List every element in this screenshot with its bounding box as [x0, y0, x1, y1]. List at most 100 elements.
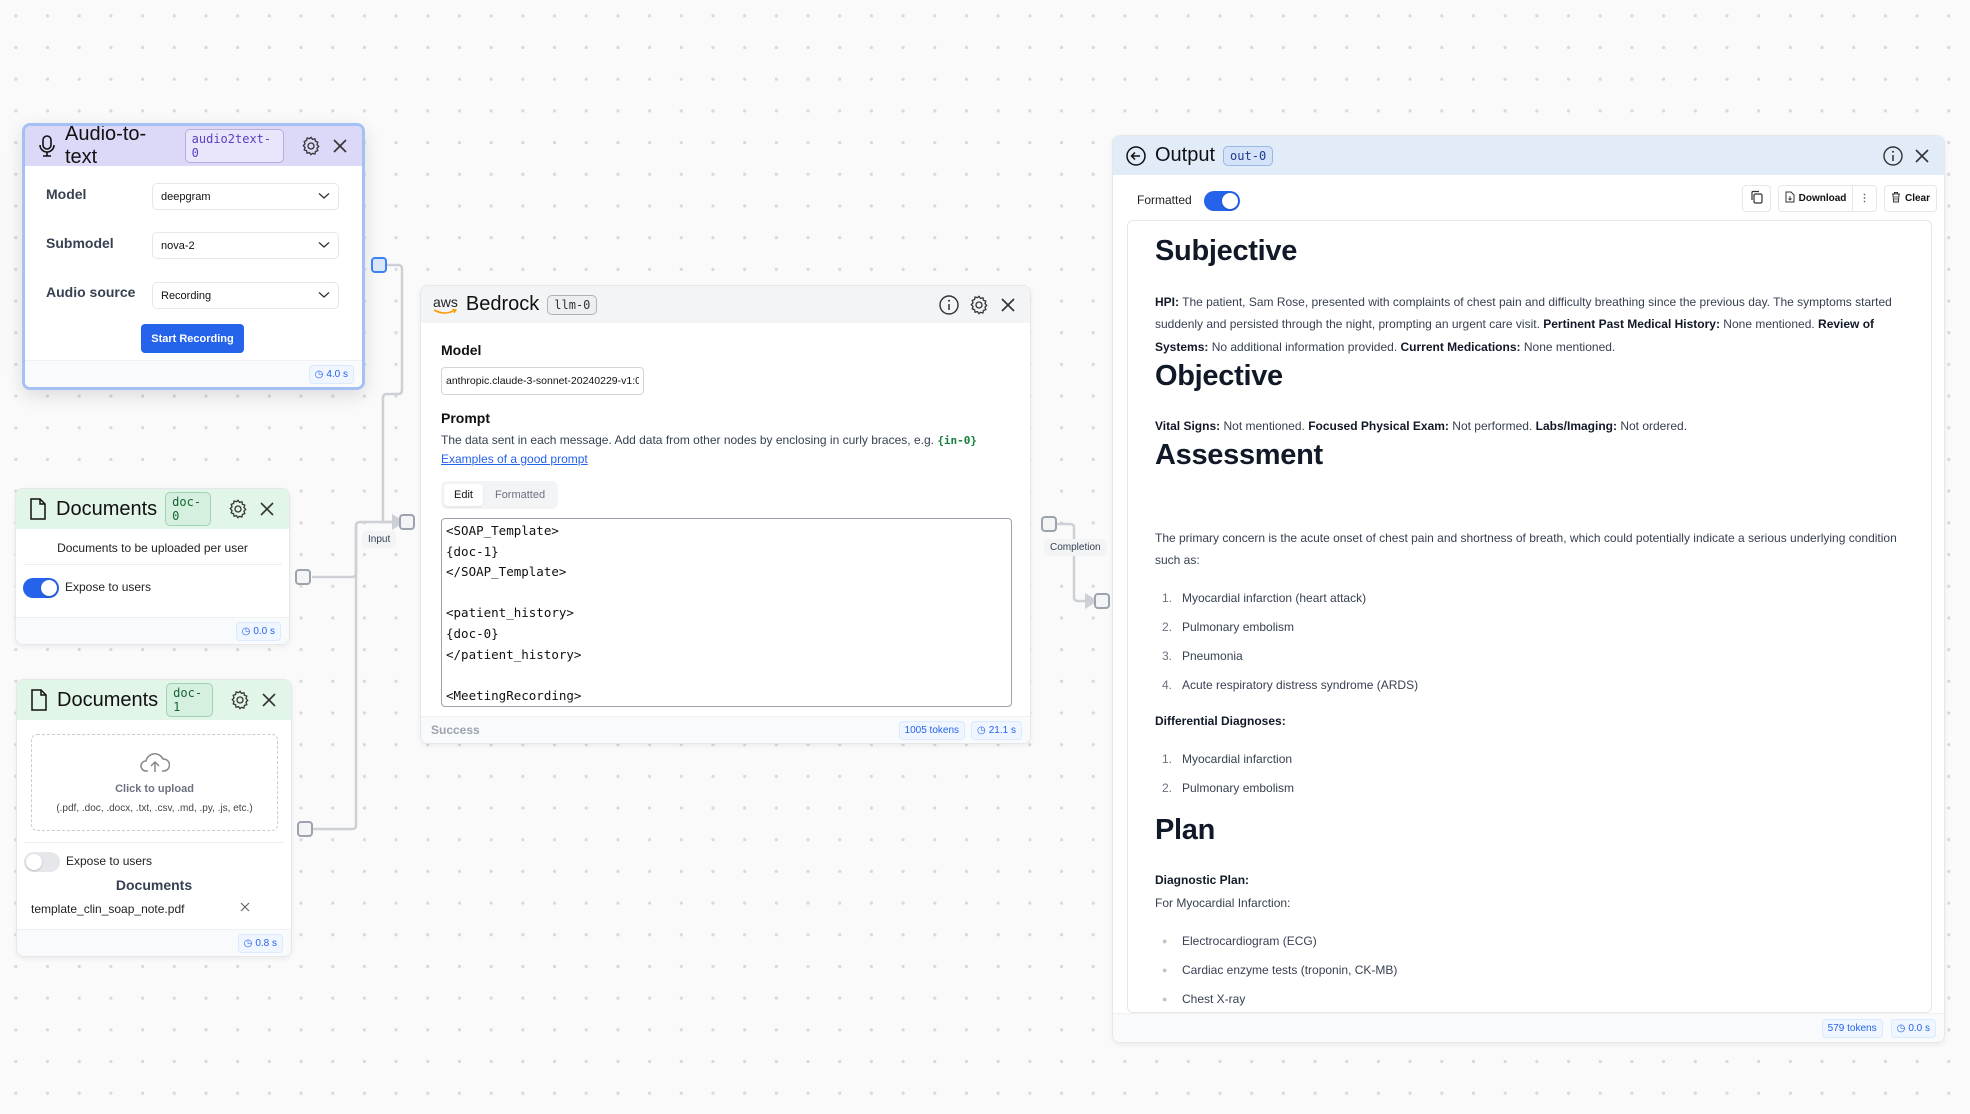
- doc-0-output-handle[interactable]: [295, 569, 311, 585]
- cloud-upload-icon: [32, 751, 277, 780]
- node-footer: ◷ 0.8 s: [17, 929, 291, 956]
- tab-edit[interactable]: Edit: [444, 484, 483, 506]
- gear-icon[interactable]: [229, 689, 251, 711]
- completion-edge-label: Completion: [1044, 539, 1107, 556]
- close-icon[interactable]: [330, 136, 350, 156]
- runtime-value: 0.0 s: [1908, 1022, 1930, 1034]
- doc-1-output-handle[interactable]: [297, 821, 313, 837]
- info-icon[interactable]: [1882, 145, 1904, 167]
- upload-label: Click to upload: [115, 783, 194, 795]
- node-title: Documents: [56, 497, 158, 520]
- node-footer: 579 tokens ◷ 0.0 s: [1113, 1013, 1944, 1042]
- audio-source-select[interactable]: Recording: [152, 282, 339, 309]
- audio-output-handle[interactable]: [371, 257, 387, 273]
- audio-to-text-node[interactable]: Audio-to-text audio2text-0 Model deepgra…: [22, 123, 365, 390]
- assessment-paragraph: The primary concern is the acute onset o…: [1155, 530, 1897, 568]
- download-button[interactable]: Download: [1778, 185, 1853, 212]
- prompt-example-var: {in-0}: [937, 434, 978, 447]
- close-icon[interactable]: [998, 295, 1018, 315]
- plan-heading: Plan: [1155, 813, 1216, 846]
- documents-node-doc-0[interactable]: Documents doc-0 Documents to be uploaded…: [15, 488, 290, 645]
- expose-to-users-label: Expose to users: [66, 854, 153, 868]
- info-icon[interactable]: [938, 294, 960, 316]
- output-content[interactable]: Subjective HPI: The patient, Sam Rose, p…: [1127, 220, 1932, 1013]
- input-edge-label: Input: [362, 531, 397, 548]
- list-item: 1. Myocardial infarction (heart attack): [1162, 590, 1367, 605]
- flow-canvas[interactable]: Audio-to-text audio2text-0 Model deepgra…: [0, 0, 1970, 1114]
- output-node[interactable]: Output out-0 Formatted Download ⋮ Clear: [1112, 135, 1945, 1043]
- list-item: ● Cardiac enzyme tests (troponin, CK-MB): [1162, 962, 1398, 977]
- examples-link[interactable]: Examples of a good prompt: [441, 452, 588, 466]
- objective-paragraph: Vital Signs: Not mentioned. Focused Phys…: [1155, 415, 1904, 438]
- formatted-toggle[interactable]: [1204, 191, 1240, 211]
- output-input-handle[interactable]: [1094, 593, 1110, 609]
- upload-dropzone[interactable]: Click to upload (.pdf, .doc, .docx, .txt…: [31, 734, 278, 831]
- gear-icon[interactable]: [227, 498, 249, 520]
- node-header[interactable]: aws Bedrock llm-0: [421, 286, 1030, 323]
- download-label: Download: [1798, 193, 1847, 204]
- node-footer: ◷ 4.0 s: [25, 360, 362, 387]
- llm-output-handle[interactable]: [1041, 516, 1057, 532]
- vitals-label: Vital Signs:: [1155, 419, 1221, 434]
- model-input[interactable]: [441, 367, 644, 395]
- runtime-badge: ◷ 4.0 s: [308, 364, 354, 384]
- runtime-value: 0.0 s: [253, 625, 275, 637]
- diagnostic-items-list: ● Electrocardiogram (ECG) ● Cardiac enzyme…: [1155, 927, 1904, 1012]
- run-status: Success: [431, 723, 480, 737]
- bedrock-llm-node[interactable]: aws Bedrock llm-0 Model Prompt The data …: [420, 285, 1031, 744]
- start-recording-button[interactable]: Start Recording: [141, 324, 244, 353]
- clear-button[interactable]: Clear: [1884, 185, 1937, 212]
- node-title: Audio-to-text: [65, 123, 147, 168]
- aws-logo-icon: aws: [433, 295, 458, 315]
- runtime-badge: ◷ 0.0 s: [235, 621, 281, 641]
- divider: [24, 842, 284, 843]
- prompt-description: The data sent in each message. Add data …: [441, 433, 977, 447]
- runtime-value: 0.8 s: [255, 937, 277, 949]
- token-count-badge: 579 tokens: [1821, 1018, 1883, 1038]
- remove-file-icon[interactable]: [239, 900, 251, 918]
- node-header[interactable]: Documents doc-1: [17, 680, 291, 720]
- expose-to-users-toggle[interactable]: [24, 852, 60, 872]
- node-header[interactable]: Audio-to-text audio2text-0: [25, 123, 362, 168]
- upload-hint: (.pdf, .doc, .docx, .txt, .csv, .md, .py…: [56, 803, 253, 814]
- prompt-label: Prompt: [441, 410, 490, 426]
- list-item: 4. Acute respiratory distress syndrome (A…: [1162, 677, 1419, 692]
- differential-label: Differential Diagnoses:: [1155, 713, 1286, 728]
- file-icon: [28, 497, 48, 521]
- close-icon[interactable]: [1912, 146, 1932, 166]
- file-item-name: template_clin_soap_note.pdf: [31, 902, 185, 916]
- documents-list-heading: Documents: [115, 877, 193, 893]
- tab-formatted[interactable]: Formatted: [485, 484, 555, 506]
- llm-input-handle[interactable]: [399, 514, 415, 530]
- audio-source-label: Audio source: [46, 284, 136, 300]
- prompt-textarea[interactable]: <SOAP_Template> {doc-1} </SOAP_Template>…: [441, 518, 1012, 707]
- download-options-button[interactable]: ⋮: [1852, 185, 1877, 212]
- trash-icon: [1891, 191, 1901, 206]
- diagnostic-plan-intro: For Myocardial Infarction:: [1155, 895, 1291, 910]
- gear-icon[interactable]: [300, 135, 322, 157]
- copy-button[interactable]: [1742, 185, 1771, 212]
- file-icon: [29, 688, 49, 712]
- runtime-badge: ◷ 21.1 s: [971, 720, 1022, 740]
- edge-doc1-to-llm: [313, 526, 358, 831]
- documents-node-doc-1[interactable]: Documents doc-1 Click to upload (.pdf, .…: [16, 679, 292, 957]
- audio-source-select-value: Recording: [161, 289, 212, 302]
- concerns-list: 1. Myocardial infarction (heart attack) 2…: [1155, 584, 1904, 700]
- model-select-value: deepgram: [161, 190, 211, 203]
- exam-label: Focused Physical Exam:: [1308, 419, 1449, 434]
- chevron-down-icon: [318, 191, 330, 203]
- node-header[interactable]: Output out-0: [1113, 136, 1944, 175]
- runtime-value: 21.1 s: [988, 724, 1016, 736]
- node-header[interactable]: Documents doc-0: [16, 489, 289, 529]
- model-select[interactable]: deepgram: [152, 183, 339, 210]
- edge-audio-to-llm: [381, 263, 404, 524]
- submodel-select[interactable]: nova-2: [152, 232, 339, 259]
- runtime-badge: ◷ 0.8 s: [237, 933, 283, 953]
- expose-to-users-toggle[interactable]: [23, 578, 59, 598]
- close-icon[interactable]: [257, 499, 277, 519]
- expose-to-users-label: Expose to users: [65, 580, 152, 594]
- more-vertical-icon: ⋮: [1859, 193, 1870, 204]
- gear-icon[interactable]: [968, 294, 990, 316]
- close-icon[interactable]: [259, 690, 279, 710]
- objective-heading: Objective: [1155, 359, 1283, 392]
